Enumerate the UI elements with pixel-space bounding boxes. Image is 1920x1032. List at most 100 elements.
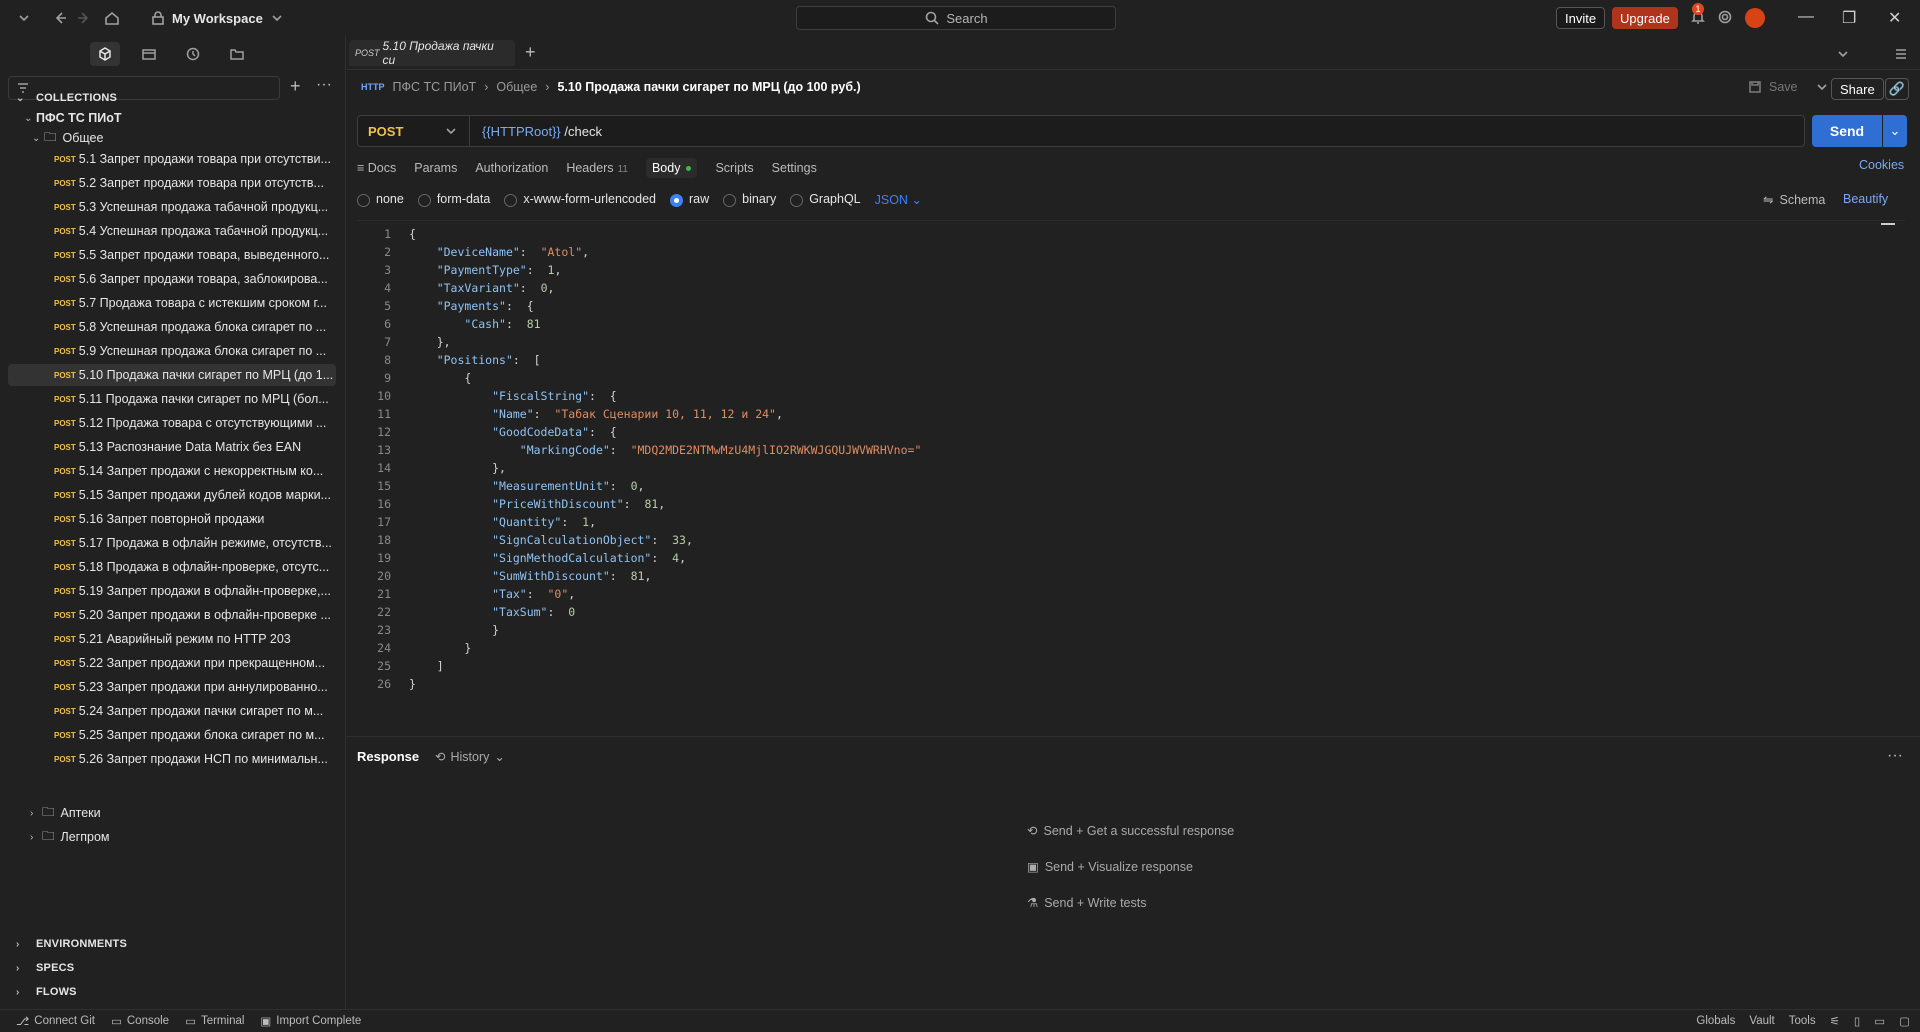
request-item[interactable]: POST 5.25 Запрет продажи блока сигарет по… <box>8 724 336 746</box>
new-tab-button[interactable]: + <box>525 42 536 63</box>
folder-item[interactable]: › 🗀 Легпром <box>8 826 336 848</box>
request-item[interactable]: POST 5.6 Запрет продажи товара, заблокиро… <box>8 268 336 290</box>
request-item[interactable]: POST 5.5 Запрет продажи товара, выведенно… <box>8 244 336 266</box>
search-input[interactable]: Search <box>796 6 1116 30</box>
request-item[interactable]: POST 5.17 Продажа в офлайн режиме, отсутс… <box>8 532 336 554</box>
more-options-icon[interactable]: ··· <box>1887 747 1903 765</box>
globals-button[interactable]: Globals <box>1696 1015 1735 1027</box>
avatar[interactable] <box>1745 8 1765 28</box>
page-title[interactable]: 5.10 Продажа пачки сигарет по МРЦ (до 10… <box>557 80 860 94</box>
send-button[interactable]: Send <box>1812 115 1882 147</box>
history-tab-icon[interactable] <box>178 42 208 66</box>
request-item[interactable]: POST 5.14 Запрет продажи с некорректным к… <box>8 460 336 482</box>
request-item[interactable]: POST 5.11 Продажа пачки сигарет по МРЦ (б… <box>8 388 336 410</box>
console-button[interactable]: ▭ Console <box>111 1014 169 1028</box>
fullscreen-icon[interactable]: ▢ <box>1899 1014 1910 1028</box>
layout-icon[interactable]: ▯ <box>1854 1014 1860 1028</box>
forward-arrow-icon[interactable] <box>76 10 92 26</box>
tab-request[interactable]: POST 5.10 Продажа пачки си <box>349 39 515 67</box>
send-options-button[interactable]: ⌄ <box>1883 115 1907 147</box>
chevron-down-icon[interactable] <box>1814 79 1830 95</box>
schema-button[interactable]: ⇋ Schema <box>1763 192 1825 208</box>
panel-icon[interactable]: ▭ <box>1874 1014 1885 1028</box>
tab-docs[interactable]: ≡ Docs <box>357 161 396 175</box>
request-item[interactable]: POST 5.26 Запрет продажи НСП по минимальн… <box>8 748 336 770</box>
import-status[interactable]: ▣ Import Complete <box>260 1014 361 1028</box>
request-item[interactable]: POST 5.22 Запрет продажи при прекращенном… <box>8 652 336 674</box>
collection-item[interactable]: ⌄ ПФС ТС ПИоТ <box>8 107 336 129</box>
radio-urlencoded[interactable]: x-www-form-urlencoded <box>504 192 656 207</box>
workspace-switcher[interactable]: My Workspace <box>150 10 285 26</box>
radio-binary[interactable]: binary <box>723 192 776 207</box>
request-item[interactable]: POST 5.7 Продажа товара с истекшим сроком… <box>8 292 336 314</box>
close-icon[interactable]: ✕ <box>1888 8 1901 28</box>
tab-scripts[interactable]: Scripts <box>715 161 753 175</box>
environments-tab-icon[interactable] <box>134 42 164 66</box>
environments-header[interactable]: › ENVIRONMENTS <box>16 938 127 950</box>
tab-body[interactable]: Body <box>645 158 698 178</box>
beautify-button[interactable]: Beautify <box>1843 192 1888 206</box>
request-item[interactable]: POST 5.21 Аварийный режим по HTTP 203 <box>8 628 336 650</box>
tab-settings[interactable]: Settings <box>772 161 817 175</box>
folder-item[interactable]: › 🗀 Аптеки <box>8 802 336 824</box>
history-dropdown[interactable]: ⟲ History ⌄ <box>435 749 505 765</box>
tab-headers[interactable]: Headers 11 <box>566 161 628 175</box>
specs-header[interactable]: › SPECS <box>16 962 74 974</box>
restore-icon[interactable]: ❐ <box>1842 8 1856 28</box>
request-item[interactable]: POST 5.15 Запрет продажи дублей кодов мар… <box>8 484 336 506</box>
tab-authorization[interactable]: Authorization <box>475 161 548 175</box>
format-select[interactable]: JSON ⌄ <box>875 192 922 207</box>
share-button[interactable]: Share <box>1831 78 1884 100</box>
request-item[interactable]: POST 5.9 Успешная продажа блока сигарет п… <box>8 340 336 362</box>
request-item[interactable]: POST 5.8 Успешная продажа блока сигарет п… <box>8 316 336 338</box>
menu-chevron-icon[interactable] <box>16 10 32 26</box>
folder-item[interactable]: ⌄ 🗀 Общее <box>8 127 336 149</box>
more-options-icon[interactable]: ··· <box>316 76 332 94</box>
request-item[interactable]: POST 5.1 Запрет продажи товара при отсутс… <box>8 148 336 170</box>
request-item[interactable]: POST 5.19 Запрет продажи в офлайн-проверк… <box>8 580 336 602</box>
breadcrumb-folder[interactable]: Общее <box>496 80 537 94</box>
settings-sliders-icon[interactable]: ⚟ <box>1830 1014 1840 1028</box>
tabs-menu-icon[interactable] <box>1893 46 1909 62</box>
method-select[interactable]: POST <box>358 116 470 146</box>
tools-button[interactable]: Tools <box>1789 1015 1816 1027</box>
chevron-down-icon[interactable] <box>1835 46 1851 62</box>
invite-button[interactable]: Invite <box>1556 7 1606 29</box>
request-item[interactable]: POST 5.12 Продажа товара с отсутствующими… <box>8 412 336 434</box>
request-item[interactable]: POST 5.13 Распознание Data Matrix без EAN <box>8 436 336 458</box>
request-item[interactable]: POST 5.20 Запрет продажи в офлайн-проверк… <box>8 604 336 626</box>
code-editor[interactable]: 1 2 3 4 5 6 7 8 9 10 11 12 13 14 15 16 17 18 19 20 21 22 23 24 2… <box>357 220 1905 734</box>
collections-tab-icon[interactable] <box>90 42 120 66</box>
files-tab-icon[interactable] <box>222 42 252 66</box>
radio-graphql[interactable]: GraphQL <box>790 192 861 207</box>
minimize-icon[interactable]: — <box>1798 8 1814 26</box>
request-item[interactable]: POST 5.10 Продажа пачки сигарет по МРЦ (д… <box>8 364 336 386</box>
vault-button[interactable]: Vault <box>1749 1015 1774 1027</box>
request-item[interactable]: POST 5.16 Запрет повторной продажи <box>8 508 336 530</box>
request-item[interactable]: POST 5.2 Запрет продажи товара при отсутс… <box>8 172 336 194</box>
cookies-link[interactable]: Cookies <box>1859 158 1904 172</box>
flows-header[interactable]: › FLOWS <box>16 986 77 998</box>
gear-icon[interactable] <box>1717 9 1733 25</box>
collections-header[interactable]: ⌄ COLLECTIONS <box>16 92 117 104</box>
link-icon[interactable]: 🔗 <box>1885 78 1909 100</box>
breadcrumb-collection[interactable]: ПФС ТС ПИоТ <box>393 80 477 94</box>
radio-form-data[interactable]: form-data <box>417 192 490 207</box>
request-item[interactable]: POST 5.24 Запрет продажи пачки сигарет по… <box>8 700 336 722</box>
terminal-button[interactable]: ▭ Terminal <box>185 1014 244 1028</box>
home-icon[interactable] <box>104 10 120 26</box>
request-body-code[interactable]: { "DeviceName": "Atol", "PaymentType": 1… <box>409 225 921 693</box>
connect-git-button[interactable]: ⎇ Connect Git <box>16 1014 95 1028</box>
request-item[interactable]: POST 5.4 Успешная продажа табачной продук… <box>8 220 336 242</box>
editor-scrollbar[interactable] <box>1881 223 1895 225</box>
tab-params[interactable]: Params <box>414 161 457 175</box>
back-arrow-icon[interactable] <box>52 10 68 26</box>
radio-raw[interactable]: raw <box>670 192 709 207</box>
upgrade-button[interactable]: Upgrade <box>1612 7 1678 29</box>
request-item[interactable]: POST 5.3 Успешная продажа табачной продук… <box>8 196 336 218</box>
request-item[interactable]: POST 5.18 Продажа в офлайн-проверке, отсу… <box>8 556 336 578</box>
url-input[interactable]: {{HTTPRoot}} /check <box>470 124 602 139</box>
save-button[interactable]: Save <box>1747 79 1830 95</box>
new-collection-button[interactable]: + <box>290 76 301 97</box>
request-item[interactable]: POST 5.23 Запрет продажи при аннулированн… <box>8 676 336 698</box>
